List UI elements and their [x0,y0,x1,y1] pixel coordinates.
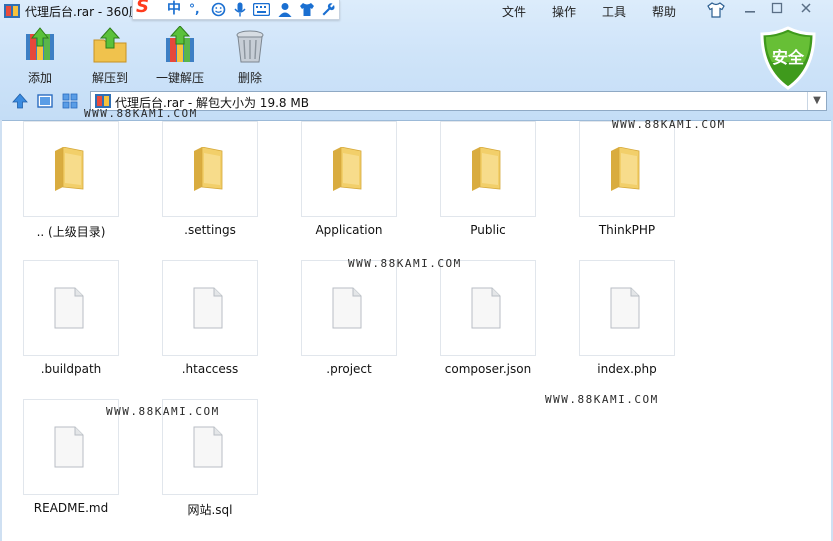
user-icon[interactable] [277,2,293,17]
window-title: 代理后台.rar - 360压 [25,5,141,19]
menu-operation[interactable]: 操作 [552,3,576,20]
ime-mode[interactable]: 中 [167,0,181,19]
file-name: README.md [33,501,109,515]
close-icon [801,3,811,13]
keyboard-icon[interactable] [253,3,270,16]
archive-mini-icon [95,94,111,108]
emoji-icon[interactable] [211,2,226,17]
file-name: composer.json [444,362,532,376]
up-arrow-icon[interactable] [11,92,29,110]
large-icon-view-icon[interactable] [36,92,54,110]
file-name: .htaccess [181,362,239,376]
file-name: index.php [597,362,657,376]
document-icon [54,426,84,468]
ime-toolbar[interactable]: S 中 °, [132,0,340,20]
document-icon [54,287,84,329]
file-name: .settings [184,223,236,237]
add-archive-icon [26,27,54,60]
window-header: 代理后台.rar - 360压 S 中 °, 文件 操作 工具 帮助 添加 解压… [0,0,833,121]
file-list-area[interactable]: .. (上级目录) .settings Application Public T… [2,107,831,541]
microphone-icon[interactable] [233,2,247,17]
security-badge-label: 安全 [771,48,804,67]
delete-label: 删除 [237,71,262,85]
maximize-icon [771,2,783,14]
skin-shirt-icon[interactable] [706,2,726,18]
menu-help[interactable]: 帮助 [652,3,676,20]
extract-to-button[interactable]: 解压到 [80,26,140,86]
document-icon [193,426,223,468]
file-name: .. (上级目录) [36,225,106,239]
one-click-extract-label: 一键解压 [155,71,204,85]
file-name: ThinkPHP [598,223,656,237]
maximize-button[interactable] [767,2,787,18]
wrench-icon[interactable] [321,2,336,17]
minimize-icon [745,11,755,13]
ime-punct[interactable]: °, [189,0,200,19]
title-bar: 代理后台.rar - 360压 S 中 °, 文件 操作 工具 帮助 [0,0,833,22]
document-icon [471,287,501,329]
archive-app-icon [4,4,20,18]
folder-icon [55,147,84,191]
menu-tools[interactable]: 工具 [602,3,626,20]
watermark: WWW.88KAMI.COM [106,405,220,418]
file-name: .buildpath [40,362,102,376]
add-label: 添加 [27,71,52,85]
document-icon [193,287,223,329]
watermark: WWW.88KAMI.COM [612,118,726,131]
folder-icon [194,147,223,191]
watermark: WWW.88KAMI.COM [348,257,462,270]
document-icon [610,287,640,329]
chevron-down-icon[interactable]: ▼ [807,92,826,110]
document-icon [332,287,362,329]
list-view-icon[interactable] [61,92,79,110]
folder-icon [611,147,640,191]
extract-folder-icon [93,27,127,63]
file-name: 网站.sql [187,503,233,517]
one-click-extract-button[interactable]: 一键解压 [150,26,210,86]
file-name: .project [326,362,372,376]
minimize-button[interactable] [740,2,760,18]
add-button[interactable]: 添加 [10,26,70,86]
one-click-extract-icon [166,26,194,62]
trash-can-icon [236,30,264,63]
close-button[interactable] [796,2,816,18]
menu-file[interactable]: 文件 [502,3,526,20]
folder-icon [333,147,362,191]
folder-icon [472,147,501,191]
ime-logo[interactable]: S [136,0,149,17]
shirt-icon[interactable] [299,2,315,17]
delete-button[interactable]: 删除 [220,26,280,86]
file-name: Public [470,223,506,237]
watermark: WWW.88KAMI.COM [84,107,198,120]
address-bar[interactable]: 代理后台.rar - 解包大小为 19.8 MB ▼ [90,91,827,111]
file-name: Application [315,223,383,237]
extract-to-label: 解压到 [91,71,128,85]
watermark: WWW.88KAMI.COM [545,393,659,406]
